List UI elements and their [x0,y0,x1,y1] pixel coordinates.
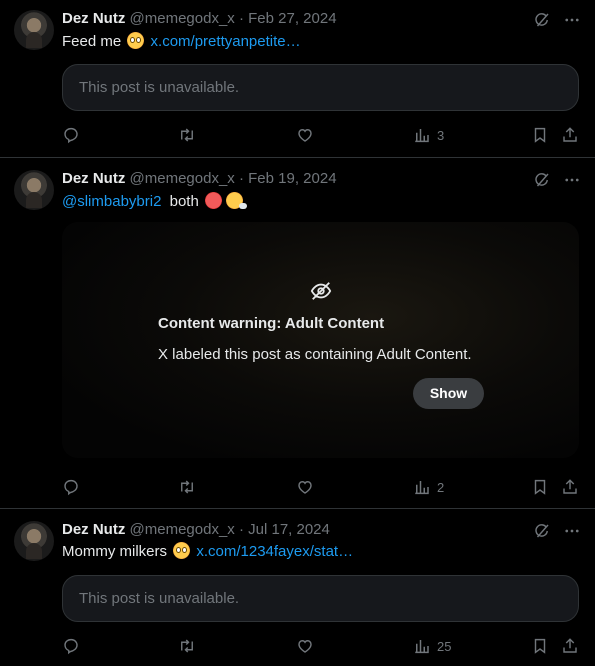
views-icon [413,637,431,655]
post-text: Mommy milkers x.com/1234fayex/stat… [62,542,353,562]
post-date[interactable]: Jul 17, 2024 [248,521,330,538]
bookmark-button[interactable] [531,636,549,656]
like-icon [296,637,314,655]
views-count: 25 [437,638,452,654]
avatar[interactable] [14,521,54,561]
pleading-face-emoji [173,542,191,559]
grok-icon[interactable] [533,522,551,540]
repost-icon [178,637,196,655]
reply-icon [62,637,80,655]
views-button[interactable]: 25 [413,636,451,656]
bookmark-icon [531,637,549,655]
repost-button[interactable] [178,636,196,656]
tweet-3[interactable]: Dez Nutz @memegodx_x · Jul 17, 2024 Momm… [0,0,595,666]
post-text-body: Mommy milkers [62,543,167,560]
reply-button[interactable] [62,636,80,656]
like-button[interactable] [296,636,314,656]
post-link[interactable]: x.com/1234fayex/stat… [196,543,353,560]
action-bar: 25 [62,636,582,656]
tweet-header: Dez Nutz @memegodx_x · Jul 17, 2024 [62,520,330,540]
unavailable-quote: This post is unavailable. [62,575,579,622]
more-icon[interactable] [563,522,581,540]
share-button[interactable] [561,636,579,656]
separator-dot: · [238,521,244,538]
share-icon [561,637,579,655]
author-handle[interactable]: @memegodx_x [130,521,235,538]
author-name[interactable]: Dez Nutz [62,521,125,538]
